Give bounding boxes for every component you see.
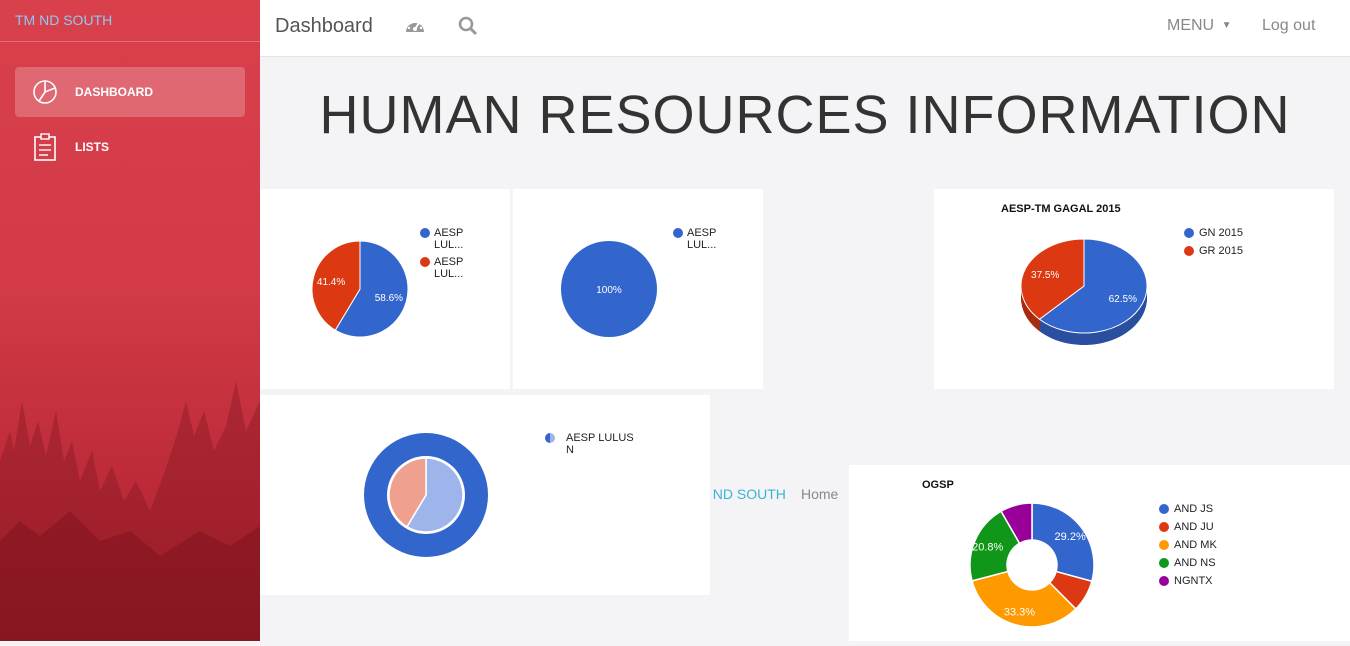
legend-swatch <box>1184 246 1194 257</box>
legend-item: AND JS <box>1159 503 1213 515</box>
divider <box>0 41 260 42</box>
data-label: 100% <box>596 285 622 296</box>
navbar-title[interactable]: Dashboard <box>275 15 373 38</box>
legend-label: AESP LUL... <box>434 256 464 280</box>
chart-card-1: 58.6% 41.4% AESP LUL... AESP LUL... <box>260 189 510 389</box>
legend-swatch <box>420 257 430 267</box>
page-title: HUMAN RESOURCES INFORMATION <box>319 85 1291 145</box>
legend-label: NGNTX <box>1174 575 1213 587</box>
legend-label: AESP LUL... <box>687 227 717 251</box>
data-label: 37.5% <box>1031 270 1059 281</box>
legend-swatch <box>673 228 683 238</box>
caret-down-icon: ▼ <box>1221 20 1232 31</box>
chart-card-3: AESP-TM GAGAL 2015 62.5% 37.5% GN 2015 GR… <box>934 189 1334 389</box>
chart-card-5: OGSP 29.2% 33.3% 20.8% AND JS AND JU AND M… <box>849 465 1350 641</box>
pie-chart-3d: 62.5% 37.5% <box>1020 238 1148 345</box>
legend-label: AND JS <box>1174 503 1214 515</box>
sidebar-item-label: DASHBOARD <box>75 85 153 99</box>
legend-swatch <box>1159 540 1169 551</box>
legend-label: AND MK <box>1174 539 1217 551</box>
data-label: 58.6% <box>375 293 403 304</box>
search-icon[interactable] <box>458 16 478 41</box>
legend-item: AESP LUL... <box>420 256 463 280</box>
data-label: 29.2% <box>1055 531 1086 543</box>
legend-label: AND JU <box>1174 521 1214 533</box>
breadcrumb-home-link[interactable]: Home <box>801 486 838 502</box>
legend-item: GR 2015 <box>1184 245 1243 257</box>
legend-swatch <box>1159 504 1169 515</box>
legend-item: AESP LUL... <box>673 227 716 251</box>
legend-item: GN 2015 <box>1184 227 1243 239</box>
dashboard-gauge-icon[interactable] <box>404 16 426 41</box>
legend-label: GR 2015 <box>1199 245 1244 257</box>
legend-swatch <box>1159 558 1169 569</box>
sidebar-item-label: LISTS <box>75 140 110 154</box>
sidebar: TM ND SOUTH DASHBOARD LISTS <box>0 0 260 641</box>
legend-label: GN 2015 <box>1199 227 1244 239</box>
legend-item: AND JU <box>1159 521 1214 533</box>
legend-swatch <box>420 228 430 238</box>
legend-item: AESP LUL... <box>420 227 463 251</box>
chart-title: OGSP <box>922 479 954 491</box>
forest-background-image <box>0 381 260 641</box>
brand-link[interactable]: TM ND SOUTH <box>15 12 112 28</box>
legend-label: AESP LULUS N <box>566 432 634 456</box>
nested-pie-chart <box>364 433 488 557</box>
sidebar-item-dashboard[interactable]: DASHBOARD <box>15 67 245 117</box>
legend-label: AND NS <box>1174 557 1216 569</box>
donut-chart-ogsp: 29.2% 33.3% 20.8% <box>969 502 1095 628</box>
logout-link[interactable]: Log out <box>1262 17 1315 35</box>
data-label: 20.8% <box>972 542 1003 554</box>
pie-chart-2: 100% <box>561 241 657 337</box>
legend-label: AESP LUL... <box>434 227 464 251</box>
top-navbar: Dashboard MENU ▼ Log out <box>260 0 1350 57</box>
data-label: 33.3% <box>1004 606 1035 618</box>
data-label: 62.5% <box>1109 294 1137 305</box>
chart-card-2: 100% AESP LUL... <box>513 189 763 389</box>
clipboard-icon <box>30 132 60 162</box>
legend-item: AND MK <box>1159 539 1217 551</box>
menu-label: MENU <box>1167 17 1215 34</box>
legend-item: AND NS <box>1159 557 1216 569</box>
menu-dropdown[interactable]: MENU ▼ <box>1167 17 1231 35</box>
pie-chart-1: 58.6% 41.4% <box>311 240 409 338</box>
data-label: 41.4% <box>317 277 345 288</box>
legend-swatch <box>1159 522 1169 533</box>
legend-item: NGNTX <box>1159 575 1213 587</box>
legend-swatch <box>1159 576 1169 587</box>
pie-chart-icon <box>30 77 60 107</box>
breadcrumb-brand-link[interactable]: I ND SOUTH <box>705 486 786 502</box>
legend-swatch <box>545 433 555 443</box>
chart-card-4: AESP LULUS N <box>260 395 710 595</box>
chart-title: AESP-TM GAGAL 2015 <box>1001 203 1121 215</box>
sidebar-item-lists[interactable]: LISTS <box>15 122 245 172</box>
legend-swatch <box>1184 228 1194 239</box>
legend-item: AESP LULUS N <box>545 432 634 456</box>
